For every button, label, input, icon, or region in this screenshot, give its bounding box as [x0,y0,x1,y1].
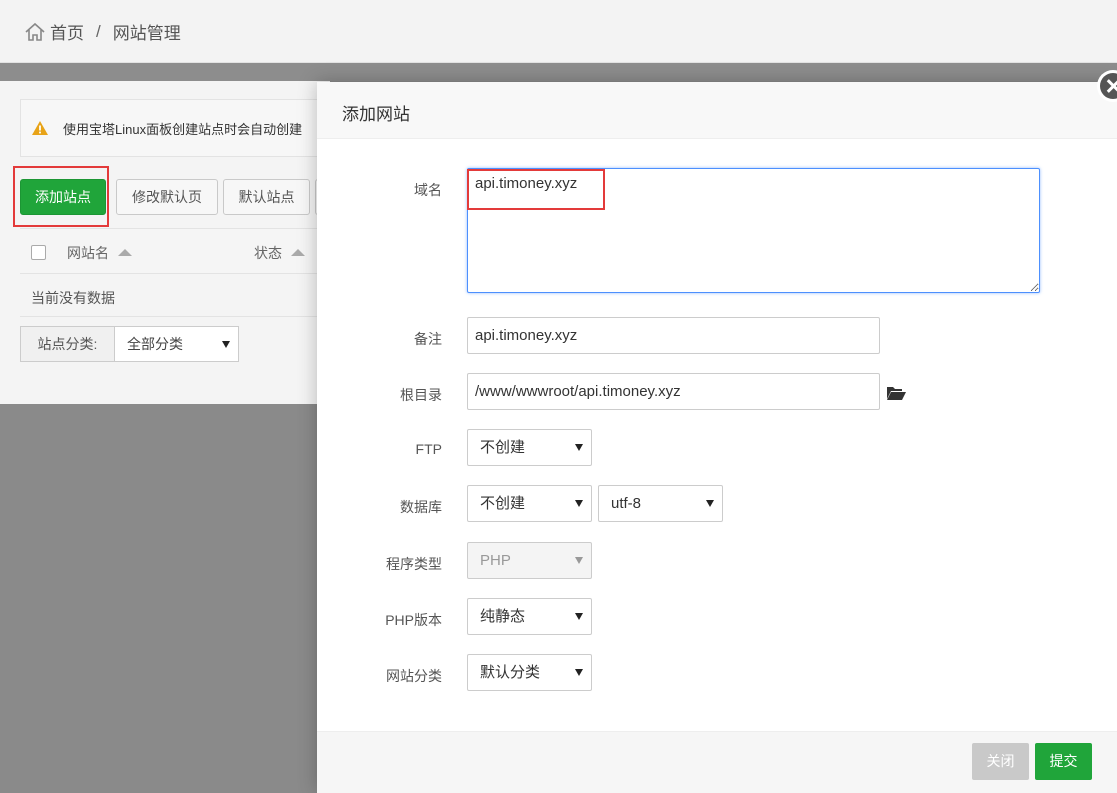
breadcrumb-home[interactable]: 首页 [50,19,84,44]
notice-text: 使用宝塔Linux面板创建站点时会自动创建 [63,121,303,137]
chevron-down-icon [575,500,583,507]
database-label: 数据库 [400,499,442,515]
chevron-down-icon [575,613,583,620]
sort-up-icon [291,249,305,256]
db-charset-select[interactable]: utf-8 [598,485,723,522]
db-charset-value: utf-8 [611,495,642,512]
database-select-value: 不创建 [480,495,526,512]
folder-open-icon[interactable] [886,385,906,401]
sort-up-icon [118,249,132,256]
table-header: 网站名 状态 [20,228,330,274]
program-type-value: PHP [480,552,511,569]
highlight-domain [467,169,605,210]
dialog-title: 添加网站 [342,105,410,124]
dialog-header: 添加网站 [317,82,1117,139]
default-site-button[interactable]: 默认站点 [223,179,310,215]
breadcrumb-current: 网站管理 [112,24,181,43]
table-empty-row: 当前没有数据 [20,275,330,317]
column-site-name-label: 网站名 [67,245,109,261]
root-dir-label: 根目录 [400,387,442,403]
php-version-label: PHP版本 [385,612,442,628]
column-status-label: 状态 [254,245,282,261]
add-site-dialog: 添加网站 域名 api.timoney.xyz 备注 根目录 FTP 不创建 数… [317,82,1117,793]
column-site-name[interactable]: 网站名 [67,243,132,263]
program-type-label: 程序类型 [386,556,442,572]
ftp-label: FTP [415,441,442,457]
warning-icon [32,121,48,135]
domain-label: 域名 [414,182,442,198]
close-icon [1100,73,1117,99]
edit-default-page-button[interactable]: 修改默认页 [116,179,218,215]
page-gap [0,63,1117,81]
database-select[interactable]: 不创建 [467,485,592,522]
add-site-button[interactable]: 添加站点 [20,179,106,215]
chevron-down-icon [575,669,583,676]
chevron-down-icon [706,500,714,507]
breadcrumb: 首页 / 网站管理 [24,19,181,44]
php-version-select[interactable]: 纯静态 [467,598,592,635]
category-filter: 站点分类: 全部分类 [20,326,239,362]
chevron-down-icon [222,341,230,348]
chevron-down-icon [575,557,583,564]
close-button[interactable]: 关闭 [972,743,1029,780]
program-type-select: PHP [467,542,592,579]
site-category-value: 默认分类 [480,664,541,681]
root-dir-input[interactable] [467,373,880,410]
php-version-value: 纯静态 [480,608,526,625]
category-filter-label: 站点分类: [20,326,114,362]
remark-label: 备注 [414,331,442,347]
ftp-select-value: 不创建 [480,439,526,456]
top-bar: 首页 / 网站管理 [0,0,1117,63]
dialog-footer: 关闭 提交 [317,731,1117,793]
chevron-down-icon [575,444,583,451]
breadcrumb-separator: / [96,21,101,41]
home-icon[interactable] [24,21,46,43]
site-category-select[interactable]: 默认分类 [467,654,592,691]
ftp-select[interactable]: 不创建 [467,429,592,466]
remark-input[interactable] [467,317,880,354]
site-category-label: 网站分类 [386,668,442,684]
category-filter-value: 全部分类 [127,336,183,352]
column-status[interactable]: 状态 [254,243,305,263]
select-all-checkbox[interactable] [31,245,46,260]
category-filter-select[interactable]: 全部分类 [114,326,239,362]
submit-button[interactable]: 提交 [1035,743,1092,780]
notice-bar: 使用宝塔Linux面板创建站点时会自动创建 [20,99,330,157]
